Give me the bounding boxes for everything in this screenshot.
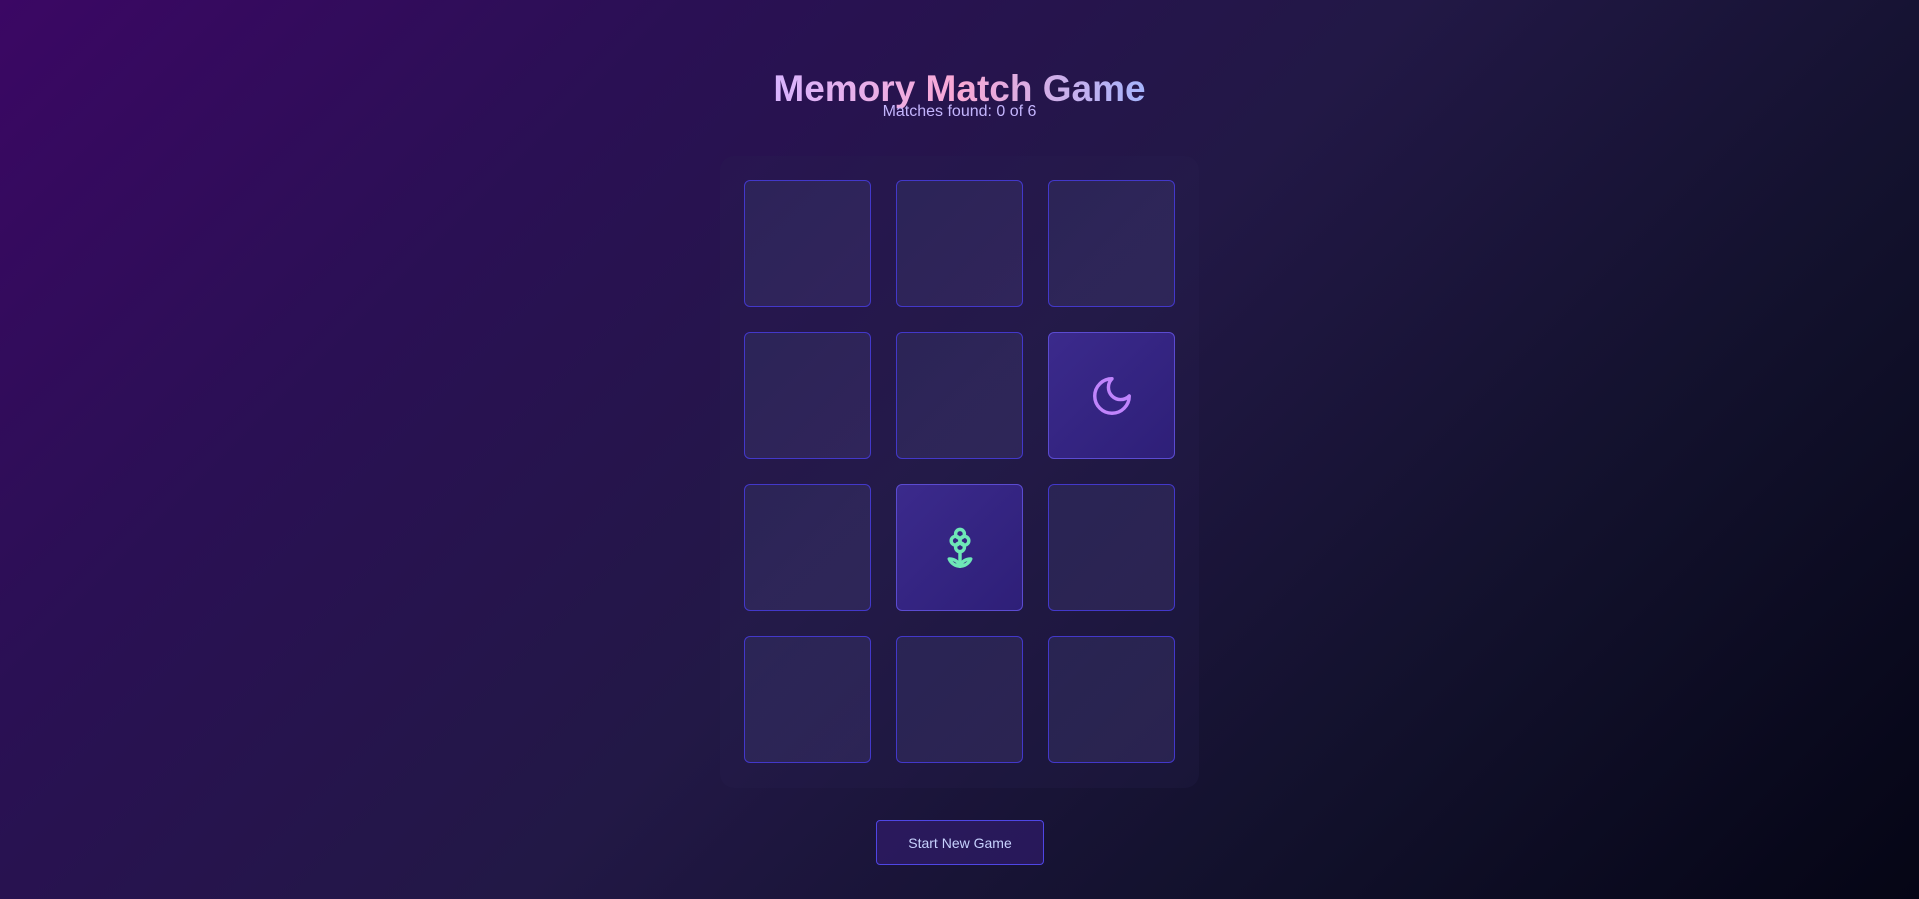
match-counter: Matches found: 0 of 6 — [882, 103, 1037, 120]
card-1[interactable] — [744, 180, 871, 307]
card-8[interactable] — [896, 484, 1023, 611]
card-9[interactable] — [1048, 484, 1175, 611]
card-12[interactable] — [1048, 636, 1175, 763]
card-4[interactable] — [744, 332, 871, 459]
card-11[interactable] — [896, 636, 1023, 763]
card-6[interactable] — [1048, 332, 1175, 459]
start-new-game-button[interactable]: Start New Game — [876, 820, 1044, 865]
card-3[interactable] — [1048, 180, 1175, 307]
moon-icon — [1092, 376, 1131, 415]
card-5[interactable] — [896, 332, 1023, 459]
card-2[interactable] — [896, 180, 1023, 307]
card-7[interactable] — [744, 484, 871, 611]
card-10[interactable] — [744, 636, 871, 763]
flower-icon — [947, 527, 972, 568]
game-board — [720, 156, 1199, 788]
